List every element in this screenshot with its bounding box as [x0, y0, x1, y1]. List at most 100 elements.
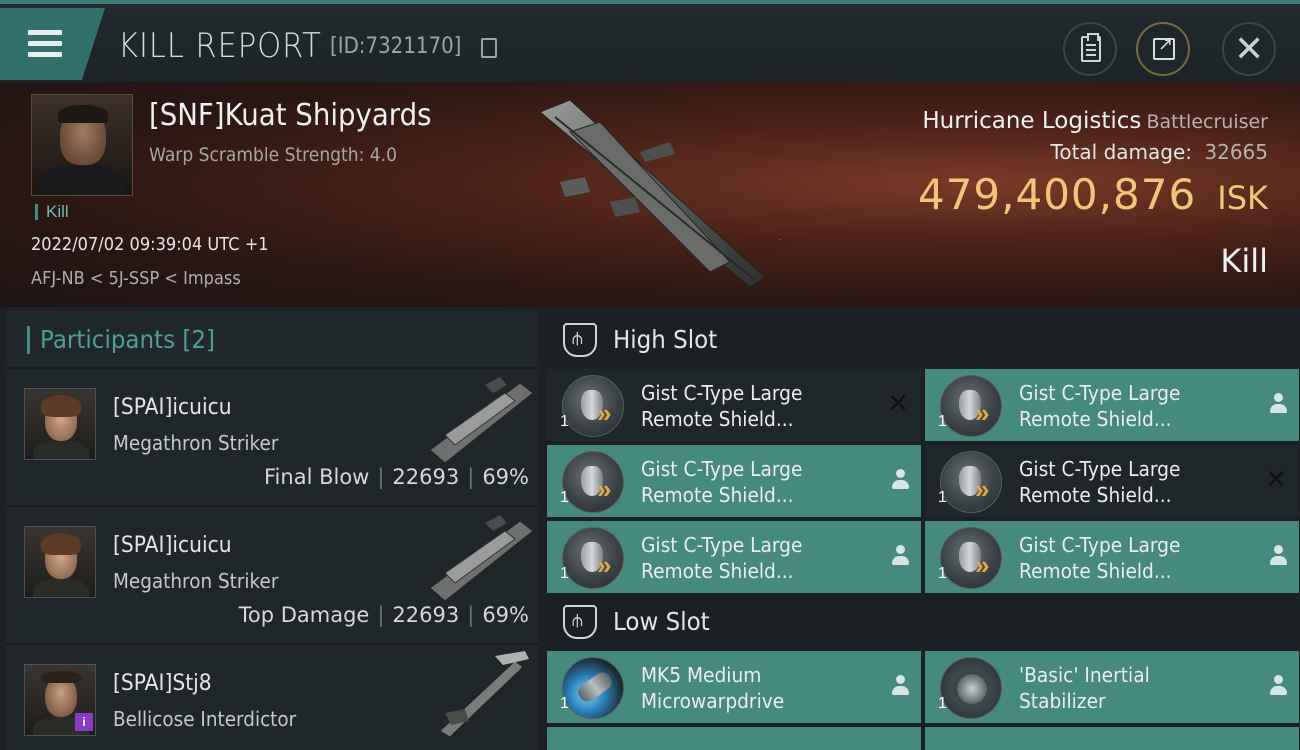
total-damage-label: Total damage:	[1050, 140, 1193, 164]
module-name: 'Basic' Inertial Stabilizer	[1019, 663, 1150, 713]
module-item[interactable]: 1 'Basic' Inertial Stabilizer	[925, 651, 1299, 723]
kill-timestamp: 2022/07/02 09:39:04 UTC +1	[31, 234, 269, 255]
module-item[interactable]: 1 Gist C-Type LargeRemote Shield... ✕	[547, 369, 921, 441]
destroyed-icon: ✕	[1265, 464, 1287, 494]
dropped-person-icon	[891, 469, 909, 497]
module-name: Gist C-Type Large Remote Shield...	[641, 457, 803, 507]
high-slot-icon	[563, 323, 597, 357]
high-slot-grid: 1 Gist C-Type LargeRemote Shield... ✕ 1 …	[545, 369, 1300, 593]
dropped-person-icon	[891, 545, 909, 573]
participant-row[interactable]: [SPAI]icuicu Megathron Striker Final Blo…	[5, 369, 539, 505]
module-item[interactable]	[547, 727, 921, 750]
participant-row[interactable]: i [SPAI]Stj8 Bellicose Interdictor	[5, 645, 539, 750]
participant-ship: Megathron Striker	[113, 431, 279, 455]
shield-booster-icon	[940, 451, 1002, 513]
dropped-person-icon	[1269, 545, 1287, 573]
participants-header: Participants [2]	[5, 311, 539, 367]
copy-icon[interactable]	[481, 38, 497, 58]
victim-name[interactable]: [SNF]Kuat Shipyards	[149, 98, 432, 133]
participant-stats: Top Damage | 22693 | 69%	[238, 603, 529, 627]
fitting-panel: High Slot 1 Gist C-Type LargeRemote Shie…	[545, 311, 1300, 750]
low-slot-grid: 1 MK5 Medium Microwarpdrive 1 'Basic' Ine…	[545, 651, 1300, 723]
low-slot-header: Low Slot	[545, 593, 1300, 651]
avatar[interactable]: i	[24, 664, 96, 736]
module-item[interactable]	[925, 727, 1299, 750]
module-name: Gist C-Type Large Remote Shield...	[1019, 381, 1181, 431]
participant-damage: 22693	[392, 465, 460, 489]
ship-class: Battlecruiser	[1146, 111, 1268, 133]
kill-location[interactable]: AFJ-NB < 5J-SSP < Impass	[31, 268, 241, 289]
isk-currency: ISK	[1217, 179, 1268, 217]
participant-percent: 69%	[482, 603, 529, 627]
dropped-person-icon	[891, 675, 909, 703]
victim-subtitle: Warp Scramble Strength: 4.0	[149, 144, 397, 166]
module-quantity: 1	[560, 413, 569, 430]
kill-tag: Kill	[35, 203, 69, 220]
isk-value: 479,400,876 ISK	[918, 170, 1268, 219]
close-icon: ✕	[1234, 28, 1265, 69]
shield-booster-icon	[562, 527, 624, 589]
avatar[interactable]	[24, 526, 96, 598]
victim-banner: [SNF]Kuat Shipyards Warp Scramble Streng…	[0, 82, 1300, 307]
share-icon	[1153, 34, 1175, 60]
participant-ship-image[interactable]	[425, 651, 535, 741]
clipboard-button[interactable]	[1063, 22, 1117, 76]
dropped-person-icon	[1269, 393, 1287, 421]
ship-type[interactable]: Hurricane Logistics Battlecruiser	[922, 108, 1268, 134]
module-name: Gist C-Type Large Remote Shield...	[1019, 457, 1181, 507]
high-slot-header: High Slot	[545, 311, 1300, 369]
destroyed-icon: ✕	[887, 388, 909, 418]
participants-count: [2]	[182, 325, 216, 354]
low-slot-label: Low Slot	[613, 607, 710, 636]
participants-label: Participants	[40, 325, 176, 354]
participant-percent: 69%	[482, 465, 529, 489]
module-item[interactable]: 1 MK5 Medium Microwarpdrive	[547, 651, 921, 723]
module-quantity: 1	[938, 695, 947, 712]
low-slot-icon	[563, 605, 597, 639]
total-damage: Total damage: 32665	[1051, 140, 1268, 164]
ship-name: Hurricane Logistics	[922, 108, 1142, 134]
module-name: Gist C-Type Large Remote Shield...	[1019, 533, 1181, 583]
header-bar: KILL REPORT [ID:7321170] ✕	[0, 0, 1300, 82]
module-quantity: 1	[560, 565, 569, 582]
participants-panel: Participants [2] [SPAI]icuicu Megathron …	[5, 311, 539, 750]
page-title: KILL REPORT	[118, 26, 322, 66]
participant-damage: 22693	[392, 603, 460, 627]
kill-id: [ID:7321170]	[330, 34, 462, 59]
participant-ship-image[interactable]	[425, 375, 535, 465]
shield-booster-icon	[940, 375, 1002, 437]
victim-portrait[interactable]	[31, 94, 133, 196]
kill-type-label: Kill	[1220, 242, 1268, 280]
module-item[interactable]: 1 Gist C-Type LargeRemote Shield... ✕	[925, 445, 1299, 517]
participant-name: [SPAI]icuicu	[113, 533, 232, 558]
module-quantity: 1	[938, 413, 947, 430]
menu-button[interactable]	[0, 8, 105, 80]
module-item[interactable]: 1 Gist C-Type LargeRemote Shield...	[925, 369, 1299, 441]
info-badge-icon: i	[75, 713, 93, 731]
module-quantity: 1	[560, 695, 569, 712]
module-name: MK5 Medium Microwarpdrive	[641, 663, 785, 713]
module-item[interactable]: 1 Gist C-Type LargeRemote Shield...	[547, 445, 921, 517]
avatar[interactable]	[24, 388, 96, 460]
victim-ship-image[interactable]	[530, 92, 780, 292]
clipboard-icon	[1081, 33, 1101, 62]
participant-stats: Final Blow | 22693 | 69%	[264, 465, 529, 489]
total-damage-value: 32665	[1204, 140, 1268, 164]
share-button[interactable]	[1136, 22, 1190, 76]
module-item[interactable]: 1 Gist C-Type LargeRemote Shield...	[547, 521, 921, 593]
dropped-person-icon	[1269, 675, 1287, 703]
module-item[interactable]: 1 Gist C-Type LargeRemote Shield...	[925, 521, 1299, 593]
microwarpdrive-icon	[562, 657, 624, 719]
participant-role: Final Blow	[264, 465, 370, 489]
module-quantity: 1	[560, 489, 569, 506]
participant-ship-image[interactable]	[425, 513, 535, 603]
participant-row[interactable]: [SPAI]icuicu Megathron Striker Top Damag…	[5, 507, 539, 643]
shield-booster-icon	[562, 451, 624, 513]
participant-ship: Megathron Striker	[113, 569, 279, 593]
shield-booster-icon	[562, 375, 624, 437]
menu-icon	[28, 30, 62, 63]
module-name: Gist C-Type Large Remote Shield...	[641, 533, 803, 583]
close-button[interactable]: ✕	[1222, 22, 1276, 76]
participant-name: [SPAI]icuicu	[113, 395, 232, 420]
isk-amount: 479,400,876	[917, 170, 1197, 219]
